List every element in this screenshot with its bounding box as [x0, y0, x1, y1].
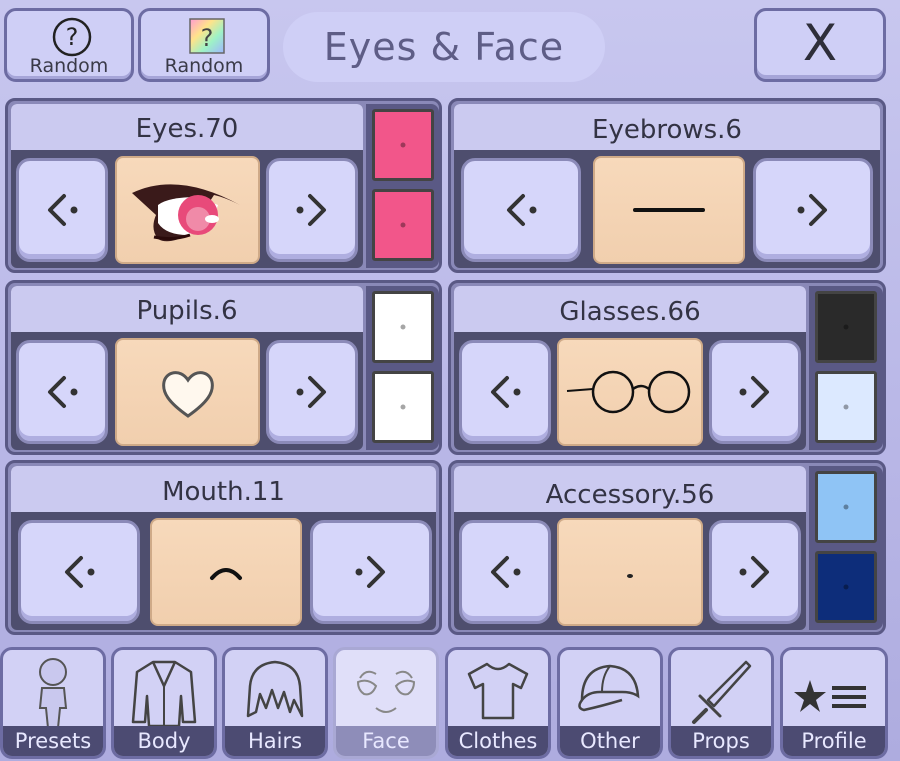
- eyes-next-button[interactable]: [266, 158, 358, 262]
- tab-clothes-label: Clothes: [448, 726, 548, 756]
- chevron-right-icon: [797, 194, 827, 226]
- face-icon: [356, 670, 416, 713]
- tab-body-label: Body: [114, 726, 214, 756]
- chevron-right-icon: [296, 376, 326, 408]
- eyes-label: Eyes.70: [11, 104, 363, 150]
- tab-profile-label: Profile: [783, 726, 885, 756]
- cap-icon: [578, 664, 640, 712]
- pupils-label: Pupils.6: [11, 286, 363, 332]
- mole-icon: [627, 574, 633, 578]
- tab-body[interactable]: Body: [111, 647, 217, 759]
- random-button-label: Random: [29, 55, 109, 77]
- mouth-panel: Mouth.11: [5, 460, 442, 635]
- chevron-right-icon: [739, 376, 769, 408]
- eyes-color-swatch-1[interactable]: [372, 109, 434, 181]
- tab-props[interactable]: Props: [668, 647, 774, 759]
- tab-hairs[interactable]: Hairs: [222, 647, 328, 759]
- chevron-left-icon: [65, 556, 95, 588]
- glasses-panel: Glasses.66: [448, 280, 886, 455]
- tab-face-label: Face: [336, 726, 436, 756]
- tab-profile[interactable]: Profile: [780, 647, 888, 759]
- pupils-preview: [115, 338, 260, 446]
- tab-other-label: Other: [560, 726, 660, 756]
- accessory-panel: Accessory.56: [448, 460, 886, 635]
- glasses-color-swatch-2[interactable]: [815, 371, 877, 443]
- mouth-preview: [150, 518, 302, 626]
- pupils-prev-button[interactable]: [16, 340, 108, 444]
- glasses-color-swatch-1[interactable]: [815, 291, 877, 363]
- random-color-button[interactable]: ? Random: [138, 8, 270, 82]
- eyes-preview: [115, 156, 260, 264]
- accessory-prev-button[interactable]: [459, 520, 551, 624]
- page-title: Eyes & Face: [283, 12, 605, 82]
- tab-presets-label: Presets: [3, 726, 103, 756]
- rainbow-question-icon: ?: [189, 18, 225, 54]
- hair-icon: [246, 660, 304, 718]
- pupils-color-swatch-1[interactable]: [372, 291, 434, 363]
- chevron-left-icon: [491, 376, 521, 408]
- shirt-icon: [467, 662, 529, 720]
- svg-text:?: ?: [66, 23, 79, 51]
- accessory-next-button[interactable]: [709, 520, 801, 624]
- chevron-left-icon: [507, 194, 537, 226]
- tab-face[interactable]: Face: [333, 647, 439, 759]
- eyes-panel: Eyes.70: [5, 98, 442, 273]
- tab-presets[interactable]: Presets: [0, 647, 106, 759]
- eyebrows-label: Eyebrows.6: [454, 104, 880, 150]
- pupils-color-swatch-2[interactable]: [372, 371, 434, 443]
- heart-icon: [161, 371, 214, 418]
- eyebrows-preview: [593, 156, 745, 264]
- sword-icon: [692, 660, 752, 724]
- eyes-prev-button[interactable]: [16, 158, 108, 262]
- jacket-icon: [131, 660, 197, 728]
- accessory-label: Accessory.56: [454, 466, 806, 512]
- close-button[interactable]: X: [754, 8, 886, 82]
- chevron-right-icon: [739, 556, 769, 588]
- random-color-button-label: Random: [164, 55, 244, 77]
- svg-text:?: ?: [201, 24, 214, 52]
- chevron-left-icon: [48, 194, 78, 226]
- eyes-color-swatch-2[interactable]: [372, 189, 434, 261]
- tab-hairs-label: Hairs: [225, 726, 325, 756]
- mouth-prev-button[interactable]: [18, 520, 140, 624]
- tab-other[interactable]: Other: [557, 647, 663, 759]
- pupils-panel: Pupils.6: [5, 280, 442, 455]
- pupils-next-button[interactable]: [266, 340, 358, 444]
- chevron-left-icon: [48, 376, 78, 408]
- accessory-preview: [557, 518, 703, 626]
- eyebrows-panel: Eyebrows.6: [448, 98, 886, 273]
- accessory-color-swatch-1[interactable]: [815, 471, 877, 543]
- mouth-next-button[interactable]: [310, 520, 432, 624]
- glasses-prev-button[interactable]: [459, 340, 551, 444]
- eyebrows-prev-button[interactable]: [461, 158, 581, 262]
- question-icon: ?: [52, 17, 92, 57]
- glasses-preview: [557, 338, 703, 446]
- tab-clothes[interactable]: Clothes: [445, 647, 551, 759]
- mouth-icon: [210, 568, 242, 580]
- glasses-icon: [566, 370, 691, 414]
- tab-props-label: Props: [671, 726, 771, 756]
- random-button[interactable]: ? Random: [4, 8, 134, 82]
- chevron-right-icon: [355, 556, 385, 588]
- eye-icon: [131, 184, 240, 242]
- person-icon: [38, 658, 68, 729]
- accessory-color-swatch-2[interactable]: [815, 551, 877, 623]
- glasses-next-button[interactable]: [709, 340, 801, 444]
- eyebrow-icon: [633, 208, 705, 212]
- star-list-icon: [794, 680, 866, 712]
- glasses-label: Glasses.66: [454, 286, 806, 332]
- chevron-right-icon: [296, 194, 326, 226]
- chevron-left-icon: [491, 556, 521, 588]
- eyebrows-next-button[interactable]: [753, 158, 873, 262]
- mouth-label: Mouth.11: [11, 466, 436, 512]
